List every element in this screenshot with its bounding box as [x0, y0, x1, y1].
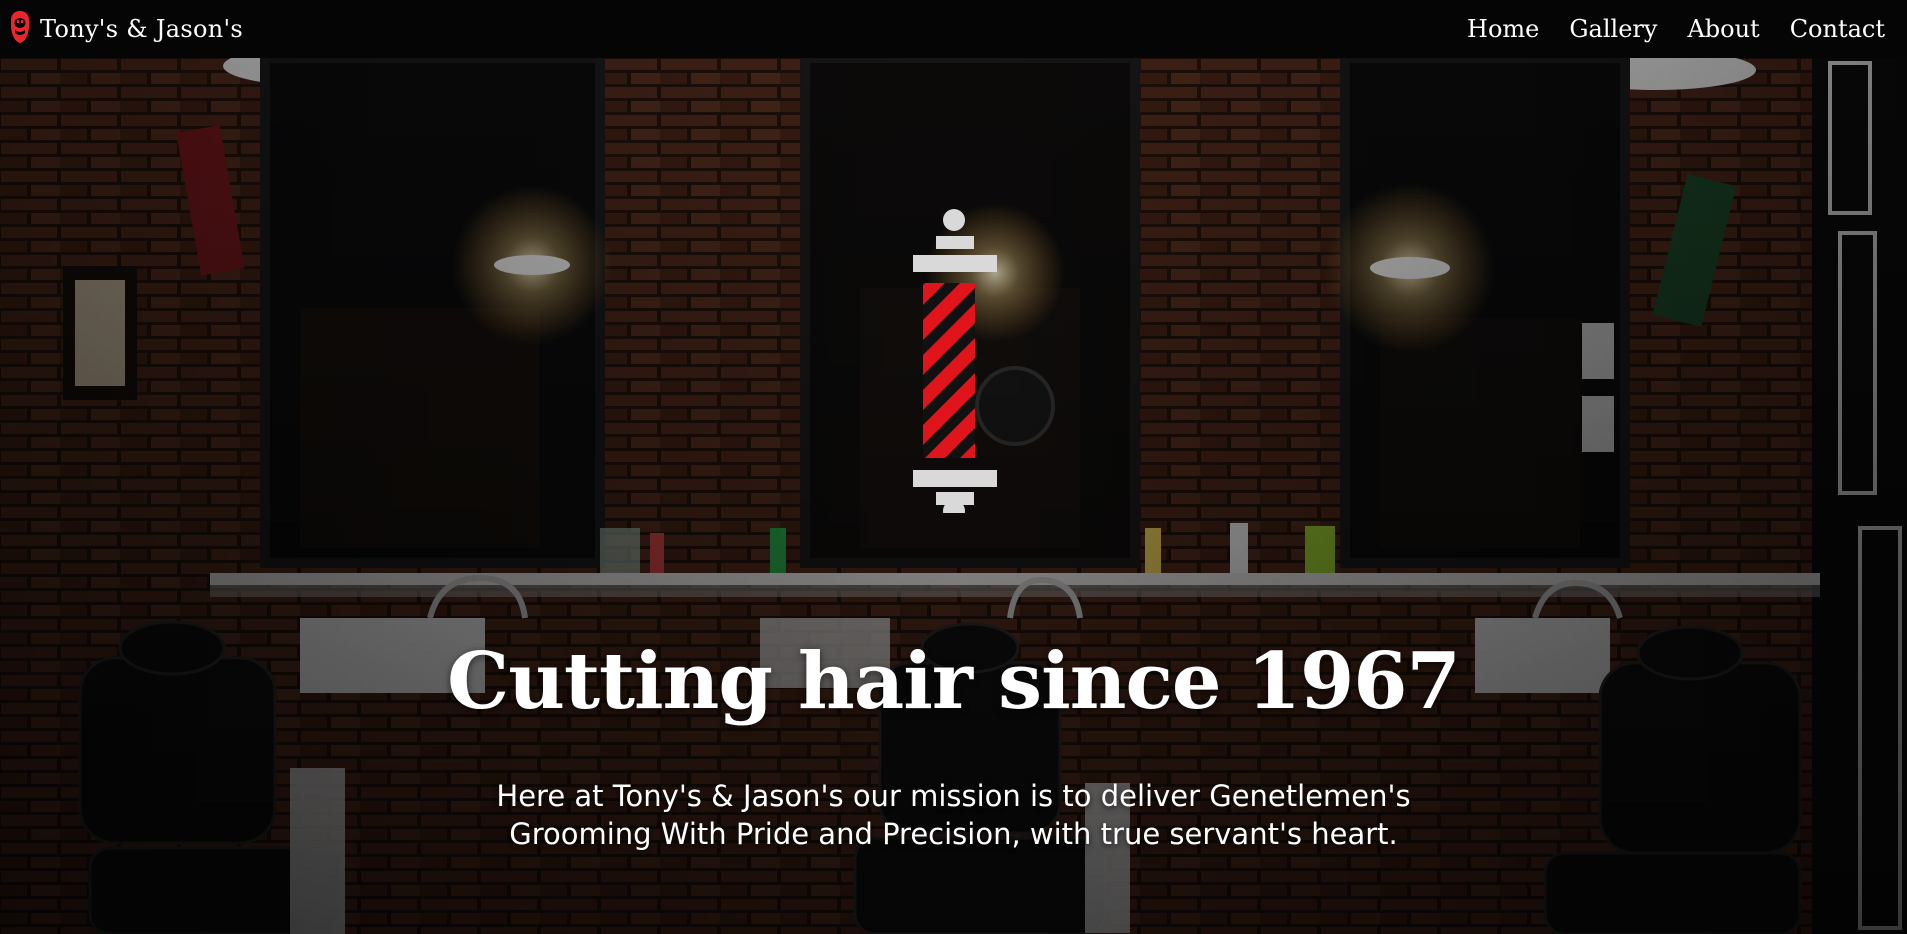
- brand-link[interactable]: Tony's & Jason's: [10, 8, 243, 50]
- nav-contact[interactable]: Contact: [1790, 15, 1885, 43]
- nav-about[interactable]: About: [1687, 15, 1759, 43]
- hero-subtitle-line: Grooming With Pride and Precision, with …: [509, 817, 1398, 851]
- brand-name: Tony's & Jason's: [40, 15, 244, 43]
- top-navbar: Tony's & Jason's Home Gallery About Cont…: [0, 0, 1907, 58]
- nav-gallery[interactable]: Gallery: [1569, 15, 1657, 43]
- main-nav: Home Gallery About Contact: [1467, 0, 1885, 58]
- hero-subtitle-line: Here at Tony's & Jason's our mission is …: [496, 779, 1411, 813]
- barber-pole-icon: [910, 208, 1000, 522]
- bearded-man-icon: [10, 10, 30, 49]
- hero-subtitle: Here at Tony's & Jason's our mission is …: [0, 777, 1907, 853]
- hero-section: Cutting hair since 1967 Here at Tony's &…: [0, 58, 1907, 934]
- nav-home[interactable]: Home: [1467, 15, 1539, 43]
- hero-title: Cutting hair since 1967: [447, 636, 1461, 728]
